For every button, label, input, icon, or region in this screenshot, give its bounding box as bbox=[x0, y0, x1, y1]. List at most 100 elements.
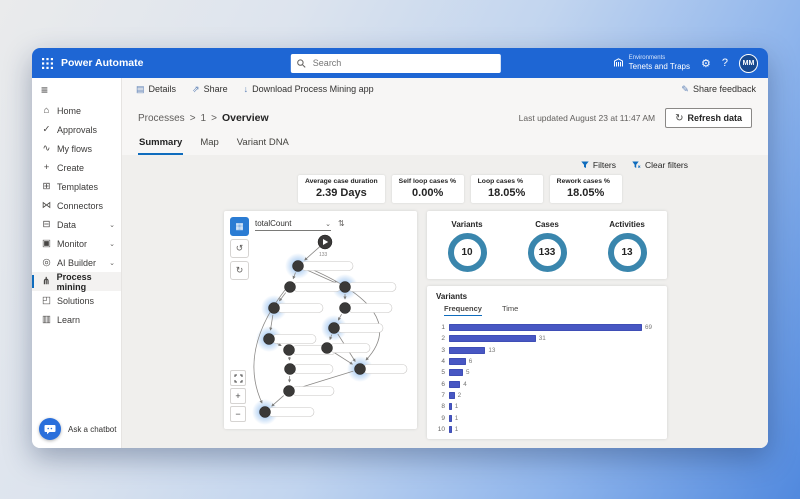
activity-pill-label[interactable] bbox=[301, 262, 353, 271]
breadcrumb-process-id[interactable]: 1 bbox=[201, 113, 207, 124]
variant-bar[interactable] bbox=[449, 324, 642, 331]
variant-bar[interactable] bbox=[449, 415, 452, 422]
tab-summary[interactable]: Summary bbox=[138, 134, 183, 155]
process-edge[interactable] bbox=[305, 247, 320, 260]
activity-node[interactable] bbox=[340, 282, 351, 293]
process-edge[interactable] bbox=[272, 396, 284, 406]
activity-node[interactable] bbox=[284, 386, 295, 397]
activity-pill-label[interactable] bbox=[292, 387, 334, 396]
activity-pill-label[interactable] bbox=[272, 335, 316, 344]
settings-gear-icon[interactable]: ⚙ bbox=[701, 57, 711, 70]
activity-pill-label[interactable] bbox=[363, 365, 407, 374]
sidebar-item-home[interactable]: ⌂Home bbox=[32, 101, 121, 120]
sidebar-item-my-flows[interactable]: ∿My flows bbox=[32, 139, 121, 158]
map-view-button[interactable]: ▦ bbox=[230, 217, 249, 236]
sidebar-item-solutions[interactable]: ◰Solutions bbox=[32, 291, 121, 310]
waffle-icon[interactable] bbox=[42, 58, 53, 69]
sidebar-item-data[interactable]: ⊟Data⌄ bbox=[32, 215, 121, 234]
sidebar-item-templates[interactable]: ⊞Templates bbox=[32, 177, 121, 196]
breadcrumb-processes[interactable]: Processes bbox=[138, 113, 185, 124]
variants-tab-frequency[interactable]: Frequency bbox=[444, 304, 482, 316]
variant-bar[interactable] bbox=[449, 426, 452, 433]
tab-map[interactable]: Map bbox=[199, 134, 219, 155]
stat-card: Self loop cases %0.00% bbox=[392, 175, 464, 203]
process-edge[interactable] bbox=[333, 352, 353, 364]
refresh-data-button[interactable]: ↻ Refresh data bbox=[665, 108, 752, 128]
metric-swap-icon[interactable]: ⇅ bbox=[338, 219, 345, 228]
activity-pill-label[interactable] bbox=[293, 283, 341, 292]
activity-node[interactable] bbox=[269, 303, 280, 314]
collapse-menu-icon[interactable]: ≡ bbox=[32, 78, 121, 101]
sidebar-item-connectors[interactable]: ⋈Connectors bbox=[32, 196, 121, 215]
environment-picker[interactable]: Environments Tenets and Traps bbox=[613, 55, 690, 71]
variant-bar[interactable] bbox=[449, 381, 460, 388]
kpi-label: Variants bbox=[451, 220, 482, 229]
variant-index-label: 10 bbox=[436, 426, 445, 433]
activity-node[interactable] bbox=[329, 323, 340, 334]
ask-chatbot-label: Ask a chatbot bbox=[68, 425, 116, 434]
details-command[interactable]: ▤ Details bbox=[136, 84, 176, 95]
environment-name: Tenets and Traps bbox=[629, 62, 690, 71]
share-feedback-command[interactable]: ✎ Share feedback bbox=[681, 84, 756, 95]
activity-node[interactable] bbox=[285, 282, 296, 293]
sidebar-item-approvals[interactable]: ✓Approvals bbox=[32, 120, 121, 139]
sidebar-item-create[interactable]: +Create bbox=[32, 158, 121, 177]
activity-node[interactable] bbox=[355, 364, 366, 375]
activity-node[interactable] bbox=[285, 364, 296, 375]
search-box[interactable] bbox=[291, 54, 501, 73]
sidebar-item-monitor[interactable]: ▣Monitor⌄ bbox=[32, 234, 121, 253]
variants-tabs: Frequency Time bbox=[444, 304, 658, 316]
variant-bar[interactable] bbox=[449, 335, 536, 342]
activity-node[interactable] bbox=[293, 261, 304, 272]
app-title[interactable]: Power Automate bbox=[61, 57, 143, 69]
end-node[interactable] bbox=[260, 407, 271, 418]
activity-node[interactable] bbox=[284, 345, 295, 356]
activity-pill-label[interactable] bbox=[330, 344, 370, 353]
activity-pill-label[interactable] bbox=[337, 324, 383, 333]
activity-pill-label[interactable] bbox=[268, 408, 314, 417]
top-app-bar: Power Automate Environments Tenets and T… bbox=[32, 48, 768, 78]
zoom-in-button[interactable]: + bbox=[230, 388, 246, 404]
tab-variant-dna[interactable]: Variant DNA bbox=[236, 134, 290, 155]
sidebar-item-process-mining[interactable]: ⋔Process mining bbox=[32, 272, 121, 291]
search-input[interactable] bbox=[311, 57, 495, 69]
process-map-canvas[interactable]: 133 bbox=[224, 211, 417, 429]
download-app-command[interactable]: ↓ Download Process Mining app bbox=[244, 84, 374, 94]
metric-dropdown[interactable]: totalCount ⌄ bbox=[255, 219, 331, 231]
performance-view-button[interactable]: ↻ bbox=[230, 261, 249, 280]
variant-bar[interactable] bbox=[449, 358, 466, 365]
chevron-down-icon: ⌄ bbox=[109, 240, 115, 248]
map-zoom-controls: + − bbox=[230, 370, 246, 422]
rework-view-button[interactable]: ↺ bbox=[230, 239, 249, 258]
variant-bar[interactable] bbox=[449, 392, 455, 399]
variant-index-label: 8 bbox=[436, 403, 445, 410]
variant-bar-row: 101 bbox=[436, 424, 658, 435]
activity-pill-label[interactable] bbox=[277, 304, 323, 313]
fit-to-screen-button[interactable] bbox=[230, 370, 246, 386]
variant-bar[interactable] bbox=[449, 369, 463, 376]
sidebar-item-learn[interactable]: ▥Learn bbox=[32, 310, 121, 329]
user-avatar[interactable]: MM bbox=[739, 54, 758, 73]
activity-pill-label[interactable] bbox=[293, 365, 333, 374]
ask-chatbot-button[interactable] bbox=[39, 418, 61, 440]
share-command[interactable]: ⇗ Share bbox=[192, 84, 228, 95]
filters-row: Filters Clear filters bbox=[122, 155, 768, 172]
filters-button[interactable]: Filters bbox=[581, 160, 616, 170]
filters-label: Filters bbox=[593, 160, 616, 170]
activity-pill-label[interactable] bbox=[348, 283, 396, 292]
variants-tab-time[interactable]: Time bbox=[502, 304, 518, 316]
variant-bar[interactable] bbox=[449, 403, 452, 410]
clear-filters-button[interactable]: Clear filters bbox=[632, 160, 688, 170]
variant-bar-row: 64 bbox=[436, 378, 658, 389]
zoom-out-button[interactable]: − bbox=[230, 406, 246, 422]
sidebar-item-ai-builder[interactable]: ◎AI Builder⌄ bbox=[32, 253, 121, 272]
activity-node[interactable] bbox=[340, 303, 351, 314]
variant-bar[interactable] bbox=[449, 347, 485, 354]
left-sidebar: ≡ ⌂Home✓Approvals∿My flows+Create⊞Templa… bbox=[32, 78, 122, 448]
process-edge[interactable] bbox=[304, 269, 336, 283]
activity-node[interactable] bbox=[264, 334, 275, 345]
variant-value-label: 2 bbox=[458, 392, 462, 399]
activity-node[interactable] bbox=[322, 343, 333, 354]
activity-pill-label[interactable] bbox=[348, 304, 392, 313]
help-icon[interactable]: ? bbox=[722, 57, 728, 69]
